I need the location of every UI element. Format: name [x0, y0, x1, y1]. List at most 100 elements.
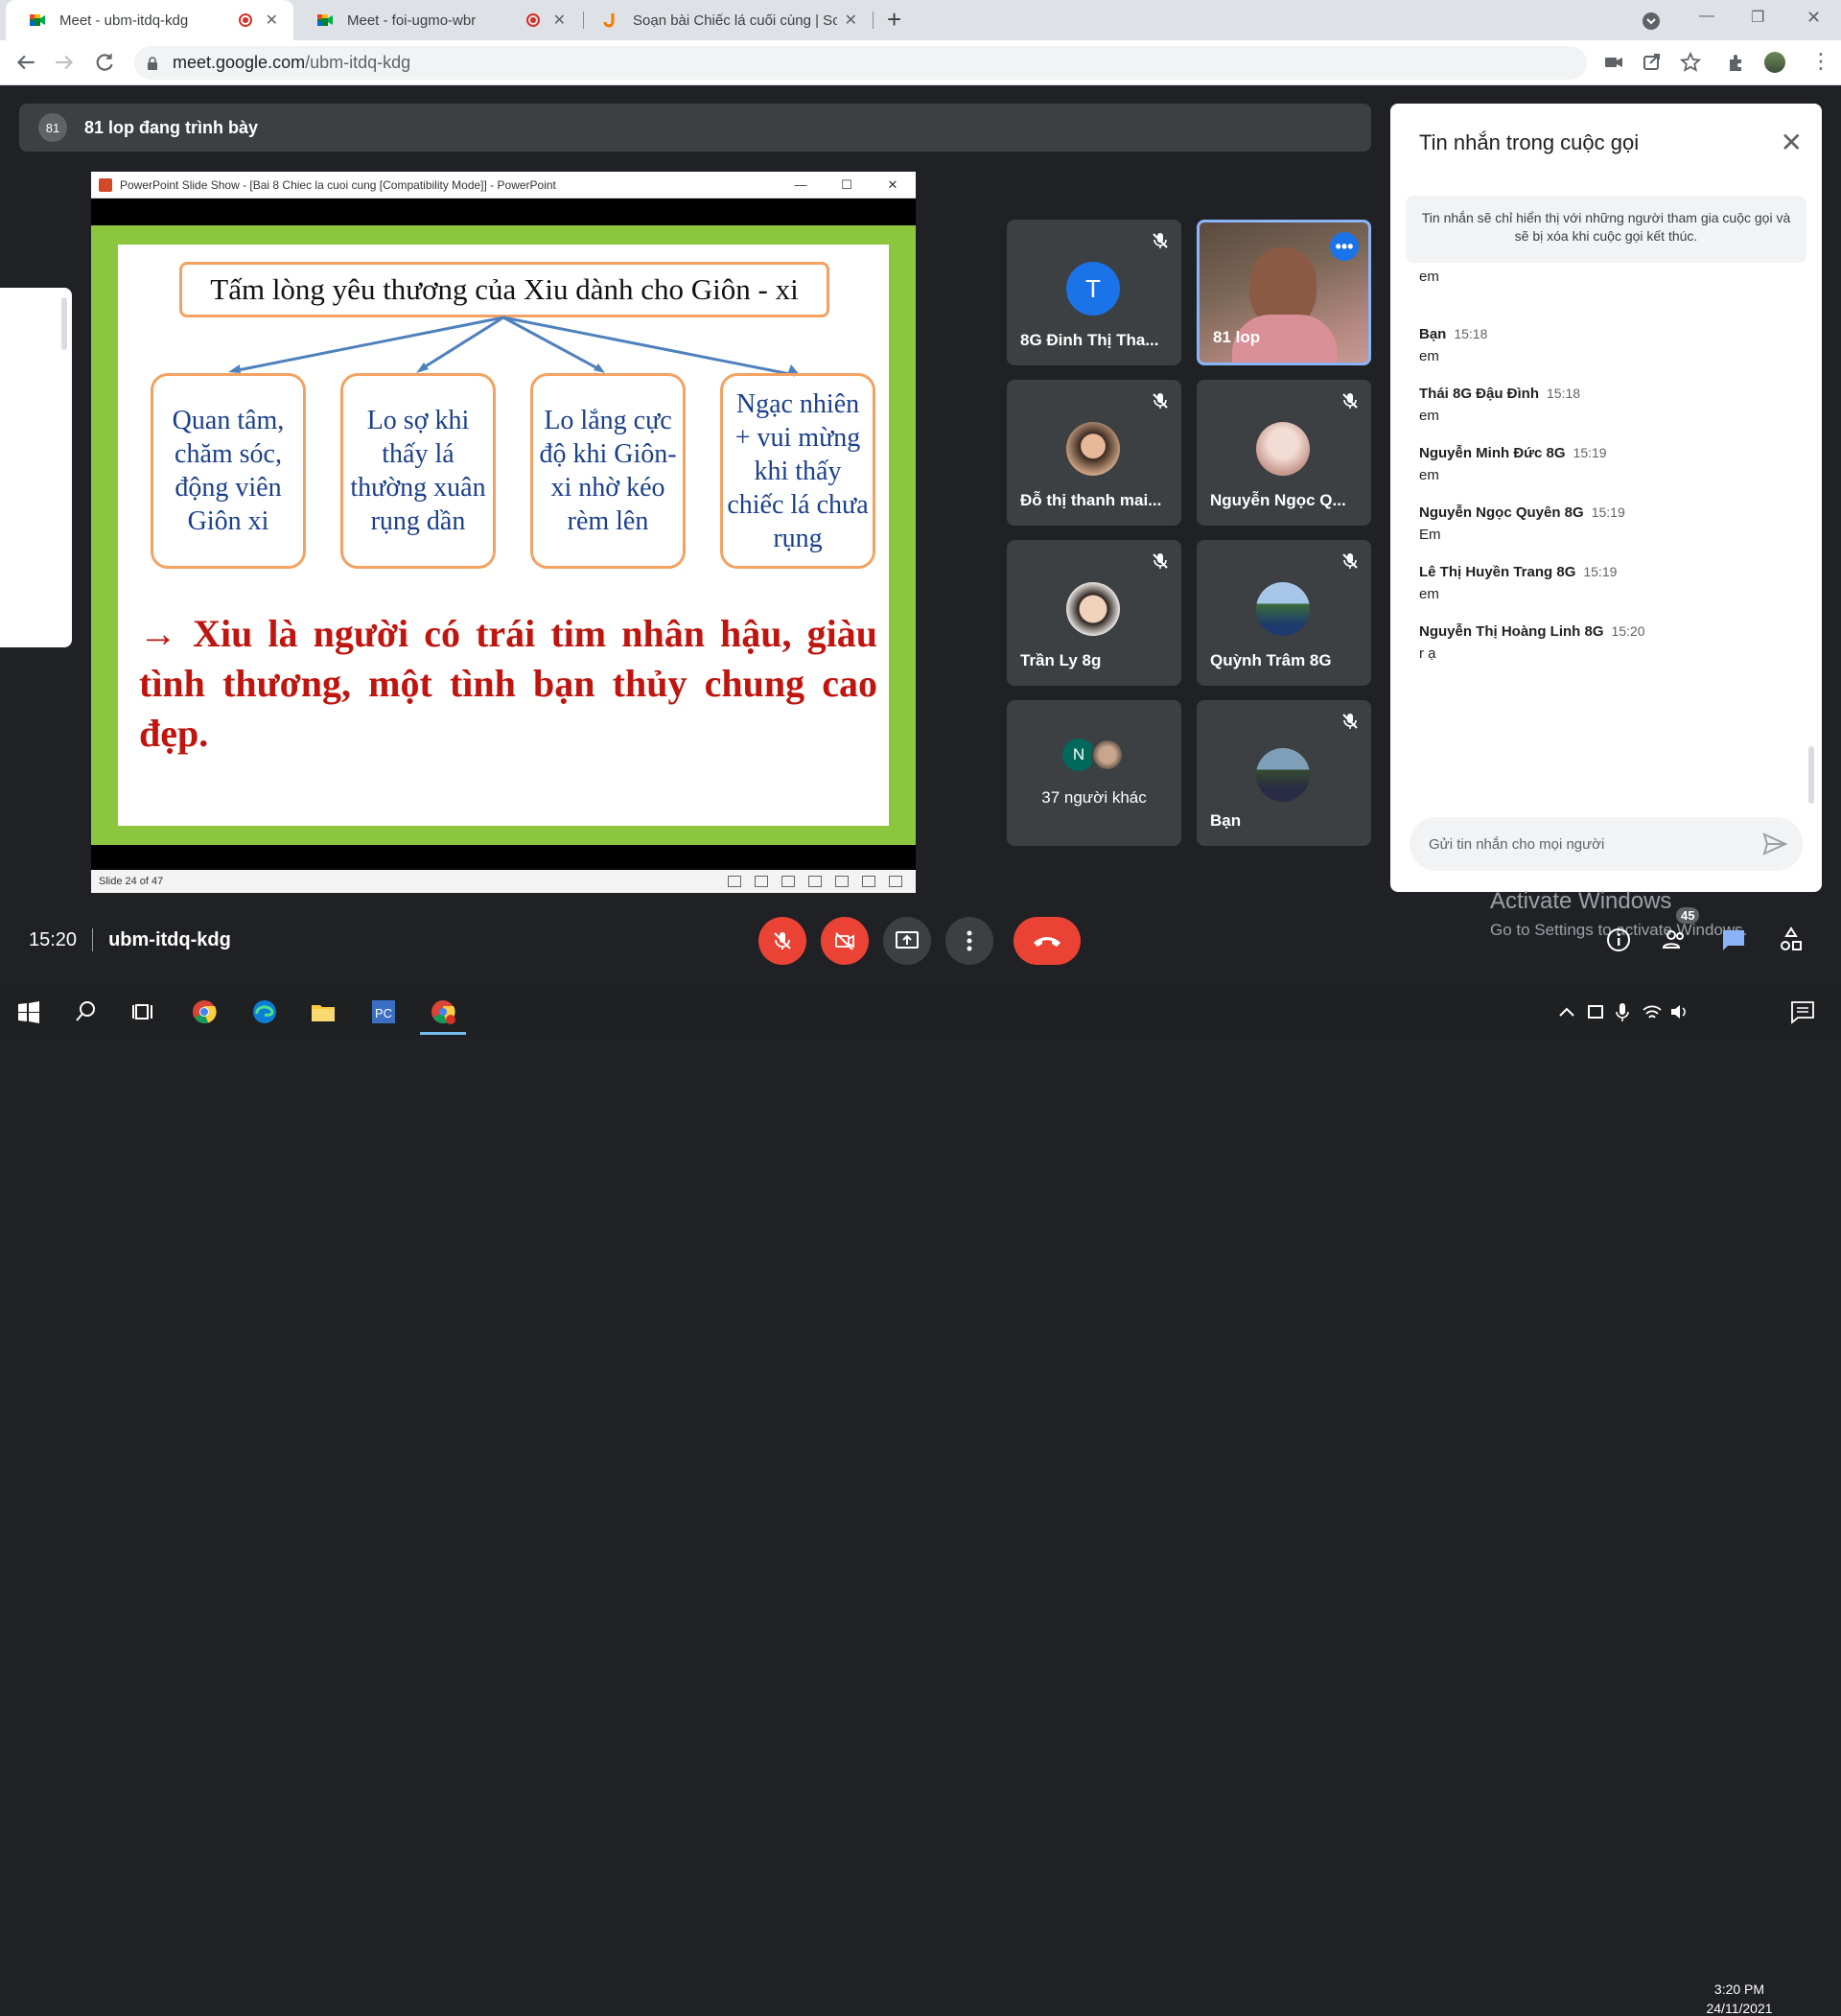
ppt-restore-icon[interactable]: ☐ [824, 177, 870, 193]
reload-icon[interactable] [92, 50, 117, 75]
participant-tile-active[interactable]: ••• 81 lop [1197, 220, 1371, 365]
edge-icon[interactable] [251, 998, 278, 1025]
camera-off-icon [835, 932, 854, 950]
volume-icon[interactable] [1668, 998, 1690, 1025]
camera-toggle-button[interactable] [821, 917, 869, 965]
chrome-icon[interactable] [191, 998, 218, 1025]
more-options-button[interactable] [945, 917, 993, 965]
share-icon[interactable] [1642, 52, 1663, 73]
mic-off-icon [1342, 393, 1358, 409]
close-tab-icon[interactable]: ✕ [266, 11, 278, 30]
restore-icon[interactable]: ❐ [1751, 8, 1764, 27]
mic-off-icon [1342, 553, 1358, 569]
participant-avatar [1091, 738, 1124, 771]
browser-toolbar: meet.google.com/ubm-itdq-kdg ⋮ [0, 40, 1841, 85]
address-bar[interactable]: meet.google.com/ubm-itdq-kdg [134, 46, 1587, 80]
tray-mic-icon[interactable] [1613, 998, 1632, 1025]
tab-meet-ubm[interactable]: Meet - ubm-itdq-kdg ✕ [6, 0, 293, 40]
search-icon[interactable] [73, 998, 100, 1025]
normal-view-icon[interactable] [808, 876, 822, 887]
close-tab-icon[interactable]: ✕ [845, 11, 857, 30]
message-text: em [1419, 467, 1439, 483]
slide-area: Tấm lòng yêu thương của Xiu dành cho Giô… [91, 199, 916, 870]
scrollbar[interactable] [61, 297, 67, 350]
profile-avatar[interactable] [1764, 52, 1785, 73]
chat-panel: Tin nhắn trong cuộc gọi ✕ Tin nhắn sẽ ch… [1390, 104, 1822, 892]
new-tab-button[interactable]: + [887, 5, 901, 35]
notification-center-icon[interactable] [1789, 998, 1816, 1025]
participant-tile[interactable]: Trần Ly 8g [1007, 540, 1181, 686]
minimize-icon[interactable]: — [1699, 8, 1714, 25]
menu-dots-icon[interactable]: ⋮ [1810, 51, 1831, 73]
file-explorer-icon[interactable] [310, 998, 337, 1025]
tab-meet-foi[interactable]: Meet - foi-ugmo-wbr ✕ [293, 0, 581, 40]
send-icon[interactable] [1762, 832, 1787, 856]
people-icon[interactable] [1661, 926, 1688, 953]
participant-tile-others[interactable]: N 37 người khác [1007, 700, 1181, 846]
bookmark-star-icon[interactable] [1680, 52, 1701, 73]
back-icon[interactable] [13, 50, 38, 75]
leave-call-button[interactable] [1014, 917, 1081, 965]
participant-avatar [1066, 582, 1120, 636]
mic-toggle-button[interactable] [758, 917, 806, 965]
participant-name: 8G Đinh Thị Tha... [1020, 331, 1159, 349]
slide-box-4: Ngạc nhiên + vui mừng khi thấy chiếc lá … [720, 373, 875, 569]
system-clock[interactable]: 3:20 PM 24/11/2021 [1703, 1981, 1776, 2016]
participant-avatar [1256, 748, 1310, 802]
sender: Nguyễn Minh Đức 8G [1419, 445, 1566, 461]
window-close-icon[interactable]: ✕ [1806, 8, 1821, 28]
chrome-recording-icon[interactable] [430, 998, 456, 1025]
menu-icon[interactable] [755, 876, 768, 887]
participant-name: Quỳnh Trâm 8G [1210, 651, 1332, 669]
message-text: r ạ [1419, 645, 1436, 662]
chat-icon[interactable] [1720, 926, 1747, 953]
chat-message: Lê Thị Huyền Trang 8G 15:19 em [1419, 564, 1793, 602]
activities-icon[interactable] [1778, 926, 1805, 953]
task-view-icon[interactable] [130, 998, 157, 1025]
camera-in-use-icon[interactable] [1603, 52, 1624, 73]
reading-view-icon[interactable] [862, 876, 875, 887]
slideshow-view-icon[interactable] [889, 876, 902, 887]
windows-start-icon[interactable] [15, 998, 42, 1025]
chat-input-placeholder: Gửi tin nhắn cho mọi người [1429, 835, 1605, 853]
powerpoint-window: PowerPoint Slide Show - [Bai 8 Chiec la … [91, 172, 916, 893]
tab-separator [583, 12, 584, 29]
sorter-view-icon[interactable] [835, 876, 849, 887]
sender: Lê Thị Huyền Trang 8G [1419, 564, 1576, 580]
cc-app-icon[interactable]: PC [370, 998, 397, 1025]
active-app-indicator [420, 1032, 466, 1035]
powerpoint-icon [99, 177, 112, 192]
extensions-icon[interactable] [1726, 52, 1747, 73]
next-slide-icon[interactable] [781, 876, 795, 887]
message-text: em [1419, 348, 1439, 364]
tray-network-device-icon[interactable] [1586, 998, 1605, 1025]
ppt-minimize-icon[interactable]: — [778, 177, 824, 192]
meeting-code: ubm-itdq-kdg [108, 928, 231, 950]
tab-search-icon[interactable] [1642, 12, 1661, 31]
participant-tile[interactable]: Quỳnh Trâm 8G [1197, 540, 1371, 686]
people-count-badge: 45 [1676, 907, 1700, 924]
present-screen-button[interactable] [883, 917, 931, 965]
participant-avatar: T [1066, 262, 1120, 316]
participant-tile[interactable]: Nguyễn Ngọc Q... [1197, 380, 1371, 526]
participant-tile[interactable]: T 8G Đinh Thị Tha... [1007, 220, 1181, 365]
close-tab-icon[interactable]: ✕ [553, 11, 566, 30]
prev-slide-icon[interactable] [728, 876, 741, 887]
forward-icon[interactable] [52, 50, 77, 75]
participant-tile[interactable]: Đỗ thị thanh mai... [1007, 380, 1181, 526]
tab-soan-bai[interactable]: Soạn bài Chiếc lá cuối cùng | Soạn ✕ [585, 0, 873, 40]
meeting-details-icon[interactable] [1605, 926, 1632, 953]
more-options-icon[interactable]: ••• [1330, 232, 1359, 261]
close-chat-icon[interactable]: ✕ [1781, 127, 1803, 158]
wifi-icon[interactable] [1642, 998, 1663, 1025]
chat-scrollbar[interactable] [1808, 746, 1814, 804]
tray-chevron-icon[interactable] [1557, 998, 1576, 1025]
chat-input[interactable]: Gửi tin nhắn cho mọi người [1410, 817, 1803, 871]
ppt-close-icon[interactable]: ✕ [870, 177, 916, 193]
presenting-banner: 81 81 lop đang trình bày [19, 104, 1371, 152]
participant-tile-self[interactable]: Bạn [1197, 700, 1371, 846]
timestamp: 15:19 [1583, 564, 1618, 579]
chat-message: Bạn 15:18 em [1419, 326, 1793, 364]
more-vert-icon [967, 930, 972, 951]
powerpoint-title: PowerPoint Slide Show - [Bai 8 Chiec la … [120, 177, 556, 192]
